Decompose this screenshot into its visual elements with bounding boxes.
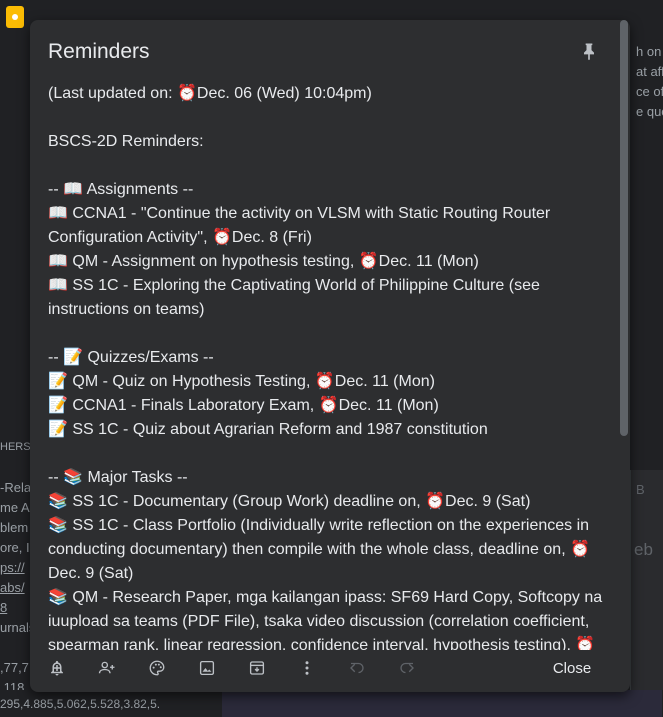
bg-left-link[interactable]: 8 (0, 600, 30, 615)
image-icon[interactable] (196, 657, 218, 679)
note-body[interactable]: (Last updated on: ⏰Dec. 06 (Wed) 10:04pm… (48, 82, 608, 650)
note-line: 📚 SS 1C - Class Portfolio (Individually … (48, 517, 590, 534)
note-line: 📝 CCNA1 - Finals Laboratory Exam, ⏰Dec. … (48, 397, 439, 414)
note-line: conducting documentary) then compile wit… (48, 541, 590, 558)
note-line: 📖 CCNA1 - "Continue the activity on VLSM… (48, 205, 551, 222)
scrollbar-thumb[interactable] (620, 20, 628, 436)
bg-left-text: HERS (0, 441, 30, 453)
collaborator-icon[interactable] (96, 657, 118, 679)
note-title[interactable]: Reminders (48, 40, 150, 64)
note-line: 📖 QM - Assignment on hypothesis testing,… (48, 253, 479, 270)
bg-bottom-text: 295,4.885,5.062,5.528,3.82,5. (0, 697, 161, 711)
close-button[interactable]: Close (538, 657, 606, 681)
note-toolbar: Close (30, 644, 630, 693)
note-line: 📖 SS 1C - Exploring the Captivating Worl… (48, 277, 540, 294)
background-card-bottom[interactable] (222, 690, 662, 717)
palette-icon[interactable] (146, 657, 168, 679)
note-line: BSCS-2D Reminders: (48, 133, 204, 150)
bg-right-text: e quo (636, 104, 663, 119)
bg-left-text: -Rela (0, 480, 30, 495)
bg-left-link[interactable]: ps:// (0, 560, 30, 575)
bg-left-link[interactable]: abs/ (0, 580, 30, 595)
keep-logo-icon[interactable] (6, 6, 24, 28)
remind-me-icon[interactable] (46, 657, 68, 679)
bg-right-text: at aff (636, 64, 663, 79)
bg-right-text: h on (636, 44, 662, 59)
note-line: 📚 QM - Research Paper, mga kailangan ipa… (48, 589, 603, 606)
note-line (48, 154, 608, 178)
bg-left-text: ore, I (0, 540, 30, 555)
note-line: -- 📖 Assignments -- (48, 181, 194, 198)
note-line: (Last updated on: ⏰Dec. 06 (Wed) 10:04pm… (48, 85, 372, 102)
note-line: 📝 SS 1C - Quiz about Agrarian Reform and… (48, 421, 488, 438)
background-card[interactable] (630, 470, 663, 690)
note-line (48, 322, 608, 346)
bg-left-text: ,77,7 (0, 660, 29, 675)
note-dialog: Reminders (Last updated on: ⏰Dec. 06 (We… (30, 20, 630, 692)
bg-card-letter: B (636, 482, 645, 497)
note-line: Configuration Activity", ⏰Dec. 8 (Fri) (48, 229, 312, 246)
note-line: 📝 QM - Quiz on Hypothesis Testing, ⏰Dec.… (48, 373, 435, 390)
note-line: Dec. 9 (Sat) (48, 565, 134, 582)
bg-right-text: ce of (636, 84, 663, 99)
bg-left-text: urnals (0, 620, 30, 635)
note-line: 📚 SS 1C - Documentary (Group Work) deadl… (48, 493, 531, 510)
note-line: -- 📚 Major Tasks -- (48, 469, 188, 486)
bg-card-text: eb (634, 540, 653, 559)
note-line: iuupload sa teams (PDF File), tsaka vide… (48, 613, 590, 630)
note-line (48, 106, 608, 130)
bg-left-text: me A (0, 500, 30, 515)
more-options-icon[interactable] (296, 657, 318, 679)
archive-icon[interactable] (246, 657, 268, 679)
note-line: -- 📝 Quizzes/Exams -- (48, 349, 214, 366)
redo-icon[interactable] (396, 657, 418, 679)
bg-left-text: blem (0, 520, 29, 535)
note-line: instructions on teams) (48, 301, 205, 318)
pin-icon[interactable] (579, 40, 599, 62)
undo-icon[interactable] (346, 657, 368, 679)
note-line (48, 442, 608, 466)
